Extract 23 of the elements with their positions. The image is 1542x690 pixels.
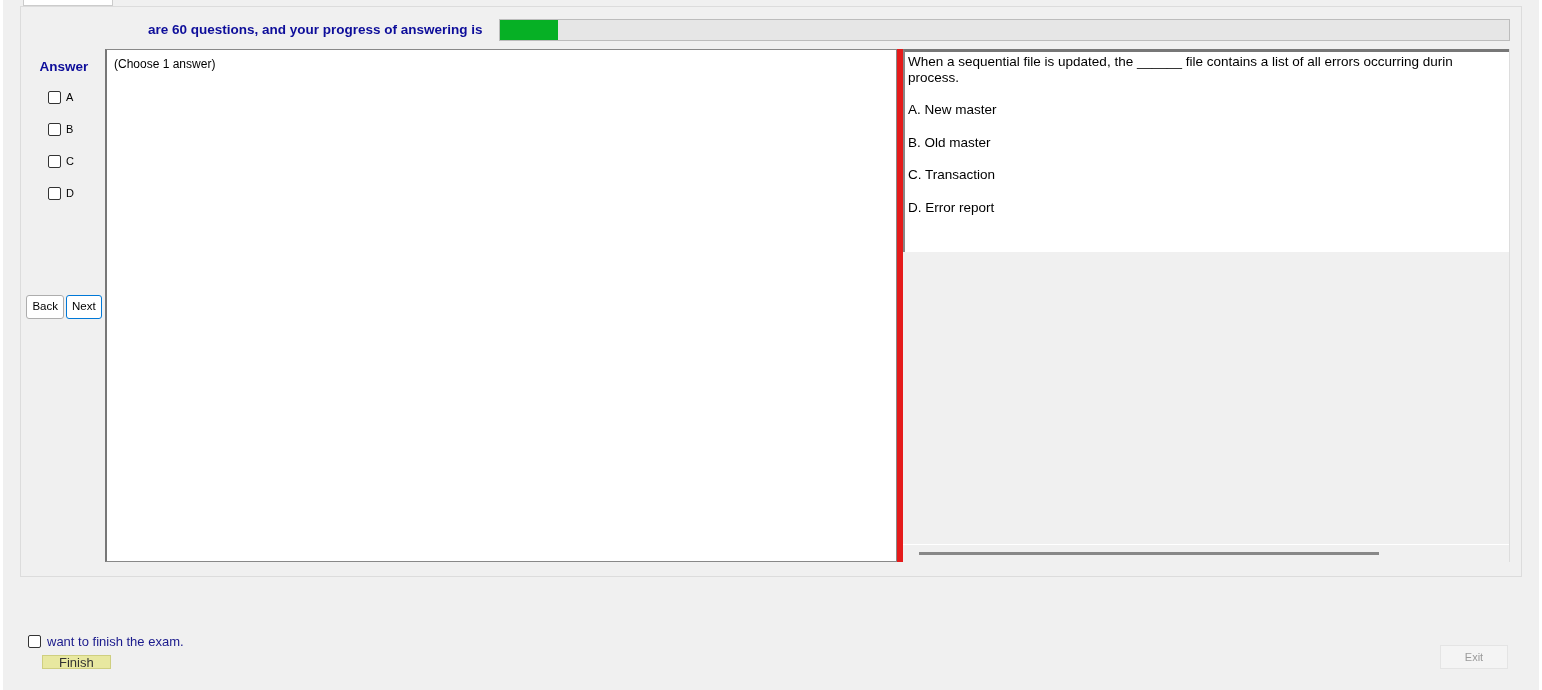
nav-button[interactable]: Next: [65, 295, 102, 319]
option-label: C: [66, 154, 74, 169]
finish-label: want to finish the exam.: [47, 632, 184, 651]
header-text: are 60 questions, and your progress of answering is: [148, 20, 483, 39]
choice-text: C. Transaction: [908, 167, 997, 183]
option-label: A: [66, 90, 74, 105]
answer-checkbox[interactable]: [48, 186, 61, 200]
answer-heading: Answer: [39, 58, 89, 76]
option-label: D: [66, 186, 74, 201]
finish-button[interactable]: Finish: [42, 655, 111, 669]
finish-checkbox[interactable]: [28, 634, 41, 648]
option-label: B: [66, 122, 74, 137]
choice-text: B. Old master: [908, 134, 992, 151]
nav-button[interactable]: Back: [26, 295, 64, 319]
answer-checkbox[interactable]: [48, 122, 61, 136]
answer-checkbox[interactable]: [48, 154, 61, 168]
choice-text: D. Error report: [908, 199, 996, 216]
answer-checkbox[interactable]: [48, 90, 61, 104]
question-text: process.: [908, 69, 961, 86]
instruction-text: (Choose 1 answer): [114, 57, 216, 71]
scrollbar[interactable]: [919, 552, 1379, 555]
question-text: When a sequential file is updated, the ______ file contains a list of all errors occurring durin: [908, 54, 1454, 70]
choice-text: A. New master: [908, 102, 998, 118]
